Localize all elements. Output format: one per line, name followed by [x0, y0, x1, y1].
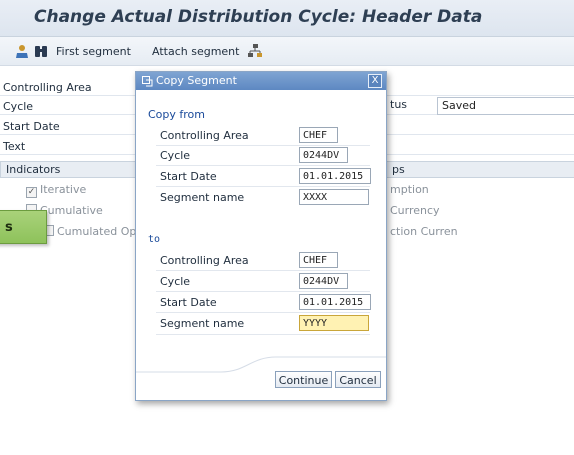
cancel-button[interactable]: Cancel [335, 371, 381, 388]
status-field[interactable]: Saved [437, 97, 574, 115]
to-cycle-label: Cycle [160, 275, 191, 288]
dialog-title-bar: Copy Segment X [136, 72, 386, 90]
divider [156, 334, 370, 335]
page-title: Change Actual Distribution Cycle: Header… [34, 7, 483, 27]
to-cycle-field[interactable]: 0244DV [299, 273, 348, 289]
from-start-date-field[interactable]: 01.01.2015 [299, 168, 371, 184]
from-controlling-area-field[interactable]: CHEF [299, 127, 338, 143]
to-segment-name-label: Segment name [160, 317, 245, 330]
copy-from-label: Copy from [148, 108, 205, 121]
from-controlling-area-label: Controlling Area [160, 129, 249, 142]
close-icon[interactable]: X [368, 74, 382, 88]
user-icon[interactable] [14, 43, 30, 59]
to-start-date-field[interactable]: 01.01.2015 [299, 294, 371, 310]
iterative-label: Iterative [40, 183, 87, 196]
to-controlling-area-label: Controlling Area [160, 254, 249, 267]
callout-tag: s [0, 210, 47, 244]
divider [156, 270, 370, 271]
group-line-3: ction Curren [390, 225, 458, 238]
from-cycle-field[interactable]: 0244DV [299, 147, 348, 163]
to-label: to [148, 234, 161, 245]
indicators-header: Indicators [0, 161, 136, 178]
from-cycle-label: Cycle [160, 149, 191, 162]
divider [156, 186, 370, 187]
cumulated-opt-label: Cumulated Opt [57, 225, 141, 238]
status-label: tus [390, 98, 408, 111]
copy-icon [142, 76, 153, 87]
divider [156, 165, 370, 166]
cumulative-label: Cumulative [40, 204, 103, 217]
from-segment-name-field[interactable]: XXXX [299, 189, 369, 205]
cycle-label: Cycle [3, 100, 34, 113]
title-bar: Change Actual Distribution Cycle: Header… [0, 0, 574, 37]
groups-header: ps [386, 161, 574, 178]
toolbar: First segment Attach segment [0, 37, 574, 66]
from-segment-name-label: Segment name [160, 191, 245, 204]
divider [156, 312, 370, 313]
dialog-title: Copy Segment [156, 74, 237, 87]
iterative-checkbox[interactable]: ✓ Iterative [26, 183, 86, 198]
continue-button[interactable]: Continue [275, 371, 332, 388]
first-segment-button[interactable]: First segment [56, 45, 131, 58]
to-controlling-area-field[interactable]: CHEF [299, 252, 338, 268]
cumulated-opt-checkbox[interactable]: Cumulated Opt [43, 225, 141, 238]
hierarchy-icon[interactable] [247, 43, 263, 59]
from-start-date-label: Start Date [160, 170, 217, 183]
start-date-label: Start Date [3, 120, 60, 133]
divider [156, 291, 370, 292]
checkbox-checked-icon: ✓ [26, 187, 37, 198]
group-line-1: mption [390, 183, 429, 196]
divider [156, 145, 370, 146]
to-start-date-label: Start Date [160, 296, 217, 309]
controlling-area-label: Controlling Area [3, 81, 92, 94]
binoculars-icon[interactable] [33, 43, 49, 59]
text-label: Text [3, 140, 26, 153]
to-segment-name-field[interactable]: YYYY [299, 315, 369, 331]
attach-segment-button[interactable]: Attach segment [152, 45, 239, 58]
group-line-2: Currency [390, 204, 440, 217]
copy-segment-dialog: Copy Segment X Copy from Controlling Are… [135, 71, 387, 401]
